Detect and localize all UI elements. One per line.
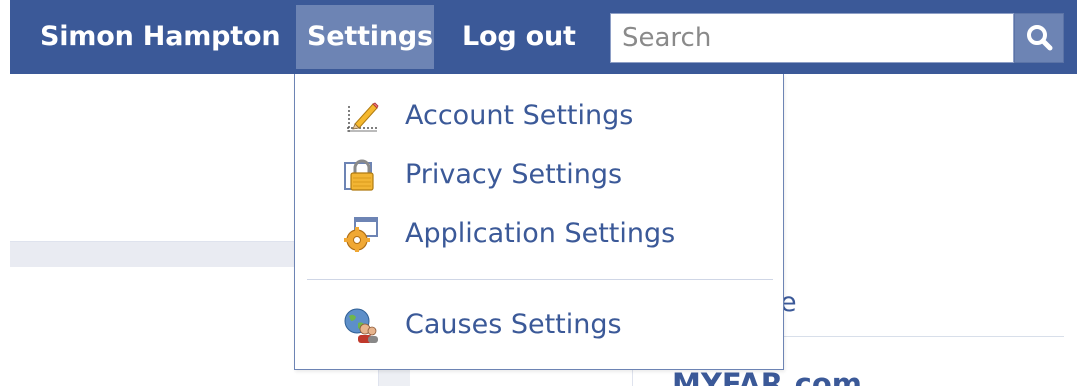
search-input[interactable] xyxy=(610,13,1014,63)
menu-item-label: Account Settings xyxy=(405,100,634,131)
menu-item-label: Application Settings xyxy=(405,218,676,249)
settings-menu-button[interactable]: Settings xyxy=(296,5,434,69)
menu-separator xyxy=(307,279,773,280)
background-panel-strip xyxy=(10,241,294,267)
menu-item-causes-settings[interactable]: Causes Settings xyxy=(333,299,773,351)
search-button[interactable] xyxy=(1014,13,1064,63)
globe-people-icon xyxy=(344,308,378,343)
gear-window-icon xyxy=(344,217,378,252)
magnifier-icon xyxy=(1027,25,1053,51)
menu-item-label: Causes Settings xyxy=(405,309,622,340)
menu-item-label: Privacy Settings xyxy=(405,159,623,190)
menu-item-application-settings[interactable]: Application Settings xyxy=(333,208,773,260)
menu-item-privacy-settings[interactable]: Privacy Settings xyxy=(333,149,773,201)
menu-item-account-settings[interactable]: Account Settings xyxy=(333,90,773,142)
pencil-ruler-icon xyxy=(347,102,379,132)
profile-link[interactable]: Simon Hampton xyxy=(40,5,281,69)
background-rule xyxy=(784,336,1064,337)
logout-link[interactable]: Log out xyxy=(462,5,576,69)
settings-dropdown-menu: Account Settings Privacy Settings Applic… xyxy=(294,74,784,370)
padlock-icon xyxy=(344,159,374,191)
